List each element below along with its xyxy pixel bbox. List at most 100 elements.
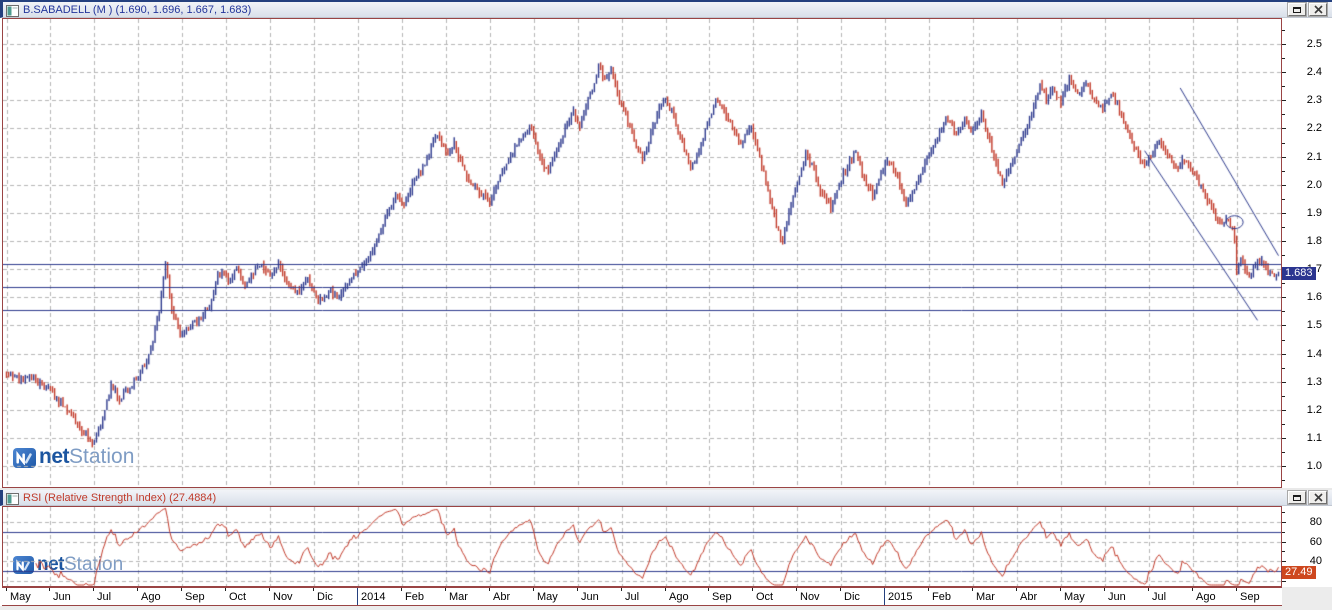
close-icon: [1314, 5, 1323, 14]
time-axis-tick: [1016, 588, 1017, 591]
rsi-line-canvas[interactable]: [3, 507, 1281, 586]
price-candles-canvas[interactable]: [3, 19, 1281, 487]
last-price-badge: 1.683: [1282, 267, 1316, 280]
rsi-axis-tick: [1282, 532, 1285, 533]
price-axis-tick: [1282, 58, 1285, 59]
time-axis-tick: [137, 588, 138, 591]
time-axis-tick: [1104, 588, 1105, 591]
time-axis-label: Jun: [53, 591, 71, 603]
time-axis-tick: [533, 588, 534, 591]
time-axis-row: MayJunJulAgoSepOctNovDic2014FebMarAbrMay…: [0, 587, 1332, 606]
price-chart-plot[interactable]: netStation: [2, 18, 1282, 488]
time-axis-label: Feb: [405, 591, 424, 603]
rsi-panel-titlebar[interactable]: RSI (Relative Strength Index) (27.4884): [0, 490, 1332, 506]
price-axis-label: 2.2: [1286, 122, 1322, 134]
price-axis-label: 1.1: [1286, 432, 1322, 444]
time-axis-tick: [1192, 588, 1193, 591]
time-axis-label: Jul: [625, 591, 639, 603]
time-axis-tick: [752, 588, 753, 591]
time-axis-label: May: [537, 591, 558, 603]
time-axis-tick: [401, 588, 402, 591]
time-axis-label: Dic: [844, 591, 860, 603]
price-panel-title: B.SABADELL (M ) (1.690, 1.696, 1.667, 1.…: [23, 3, 251, 17]
time-axis-tick: [840, 588, 841, 591]
indicator-window-icon: [6, 492, 19, 504]
price-axis-label: 1.8: [1286, 235, 1322, 247]
price-axis-tick: [1282, 480, 1285, 481]
price-axis-label: 2.5: [1286, 38, 1322, 50]
year-separator-line: [884, 588, 885, 605]
maximize-icon: [1293, 495, 1301, 501]
time-axis-label: Abr: [1020, 591, 1037, 603]
time-axis-tick: [49, 588, 50, 591]
price-axis-tick: [1282, 283, 1285, 284]
rsi-chart-row: netStation 27.49 406080: [0, 506, 1332, 587]
price-axis-label: 1.6: [1286, 291, 1322, 303]
rsi-window-controls: [1288, 491, 1327, 504]
chart-window-icon: [6, 4, 19, 16]
close-icon: [1314, 493, 1323, 502]
close-button[interactable]: [1309, 3, 1327, 16]
time-axis-tick: [1148, 588, 1149, 591]
time-axis-label: May: [1064, 591, 1085, 603]
price-axis-tick: [1282, 143, 1285, 144]
rsi-chart-plot[interactable]: netStation: [2, 506, 1282, 587]
rsi-axis-label: 40: [1286, 555, 1322, 567]
rsi-maximize-button[interactable]: [1288, 491, 1306, 504]
time-axis-tick: [93, 588, 94, 591]
time-axis-tick: [1060, 588, 1061, 591]
time-axis-label: Jul: [97, 591, 111, 603]
time-axis-label: Mar: [449, 591, 468, 603]
time-axis-label: Jun: [1108, 591, 1126, 603]
time-axis-tick: [577, 588, 578, 591]
price-axis-label: 2.4: [1286, 66, 1322, 78]
time-axis-label: Sep: [712, 591, 732, 603]
time-axis-label: Jul: [1152, 591, 1166, 603]
rsi-panel: RSI (Relative Strength Index) (27.4884) …: [0, 490, 1332, 587]
price-axis-label: 2.3: [1286, 94, 1322, 106]
price-axis-tick: [1282, 227, 1285, 228]
time-axis-label: Ago: [141, 591, 161, 603]
time-axis-tick: [972, 588, 973, 591]
window-controls: [1288, 3, 1327, 16]
price-axis-label: 2.1: [1286, 151, 1322, 163]
time-axis-tick: [313, 588, 314, 591]
window-bottom-edge: [0, 606, 1332, 610]
time-axis-tick: [621, 588, 622, 591]
time-axis-label: Mar: [976, 591, 995, 603]
price-axis-label: 1.2: [1286, 404, 1322, 416]
price-axis-tick: [1282, 452, 1285, 453]
time-axis-label: Abr: [493, 591, 510, 603]
time-axis-label: Nov: [800, 591, 820, 603]
rsi-axis-tick: [1282, 581, 1286, 582]
price-panel-titlebar[interactable]: B.SABADELL (M ) (1.690, 1.696, 1.667, 1.…: [0, 2, 1332, 18]
price-axis-label: 1.3: [1286, 376, 1322, 388]
price-axis-tick: [1282, 340, 1285, 341]
price-axis-tick: [1282, 255, 1285, 256]
time-axis-label: Sep: [185, 591, 205, 603]
maximize-icon: [1293, 7, 1301, 13]
price-y-axis[interactable]: 1.683 1.01.11.21.31.41.51.61.71.81.92.02…: [1282, 18, 1332, 488]
time-axis-tick: [708, 588, 709, 591]
maximize-button[interactable]: [1288, 3, 1306, 16]
price-axis-tick: [1282, 30, 1285, 31]
price-panel: B.SABADELL (M ) (1.690, 1.696, 1.667, 1.…: [0, 2, 1332, 488]
rsi-y-axis[interactable]: 27.49 406080: [1282, 506, 1332, 587]
price-axis-label: 1.4: [1286, 348, 1322, 360]
rsi-close-button[interactable]: [1309, 491, 1327, 504]
time-axis-tick: [181, 588, 182, 591]
time-axis-tick: [928, 588, 929, 591]
time-axis-label: Feb: [932, 591, 951, 603]
time-axis-tick: [665, 588, 666, 591]
price-axis-tick: [1282, 199, 1285, 200]
time-axis-label: May: [10, 591, 31, 603]
price-axis-tick: [1282, 424, 1285, 425]
price-axis-label: 2.0: [1286, 179, 1322, 191]
time-axis-label: Oct: [229, 591, 246, 603]
time-axis-tick: [1236, 588, 1237, 591]
time-axis-label: Ago: [669, 591, 689, 603]
price-axis-tick: [1282, 114, 1285, 115]
time-axis[interactable]: MayJunJulAgoSepOctNovDic2014FebMarAbrMay…: [2, 587, 1282, 606]
rsi-axis-label: 60: [1286, 536, 1322, 548]
rsi-axis-tick: [1282, 512, 1285, 513]
